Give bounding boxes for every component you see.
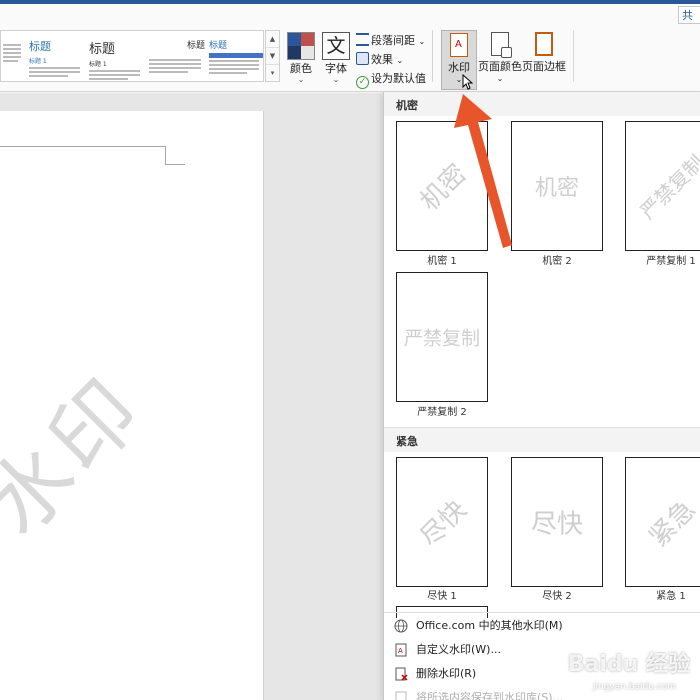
brand-watermark: Baidu 经验 (567, 652, 690, 677)
section-header-confidential: 机密 (384, 92, 700, 116)
colors-label: 颜色 (290, 62, 312, 75)
effects-button[interactable]: 效果 ⌄ (356, 51, 403, 67)
section-header-urgent: 紧急 (384, 428, 700, 452)
page-color-icon (491, 32, 512, 58)
fonts-label: 字体 (325, 62, 347, 75)
page-borders-label: 页面边框 (522, 60, 566, 73)
ribbon-divider (573, 30, 574, 82)
word-window: 共 标题 标题 1 标题 标题 1 标题 标题 ▲ ▼ ▾ 颜色 ⌄ 文 字体 … (0, 0, 700, 700)
watermark-gallery-panel: 机密 机密 机密 严禁复制 机密 1 机密 2 严禁复制 1 严禁复制 严禁复制… (383, 92, 700, 700)
ribbon-divider (432, 30, 433, 82)
page-borders-icon (535, 32, 553, 56)
menu-item-label: 删除水印(R) (416, 667, 477, 680)
set-as-default-button[interactable]: ✓ 设为默认值 (356, 70, 426, 89)
svg-text:A: A (398, 647, 403, 655)
menu-divider (384, 612, 700, 613)
watermark-thumb-label: 紧急 1 (656, 591, 686, 602)
style-set-item[interactable]: 标题 (149, 34, 205, 80)
watermark-label: 水印 (448, 61, 470, 74)
paragraph-spacing-icon (356, 33, 369, 46)
paragraph-spacing-label: 段落间距 (371, 34, 415, 47)
watermark-thumb[interactable]: 紧急 (625, 457, 700, 587)
ribbon: 共 标题 标题 1 标题 标题 1 标题 标题 ▲ ▼ ▾ 颜色 ⌄ 文 字体 … (0, 0, 700, 92)
style-subtitle: 标题 1 (89, 61, 107, 68)
style-subtitle: 标题 1 (29, 58, 47, 65)
style-title: 标题 (186, 41, 205, 51)
page-color-button[interactable]: 页面颜色 ⌄ (478, 30, 522, 90)
title-bar-strip (0, 0, 700, 4)
watermark-preview-text: 尽快 (414, 494, 473, 553)
effects-icon (356, 52, 369, 65)
gallery-scrollbar[interactable]: ▲ ▼ ▾ (265, 30, 280, 82)
watermark-thumb-label: 尽快 2 (542, 591, 572, 602)
watermark-thumb[interactable]: 机密 (396, 121, 488, 251)
watermark-thumb[interactable]: 尽快 (396, 457, 488, 587)
brand-url: jingyan.baidu.com (592, 682, 676, 692)
watermark-thumb[interactable]: 严禁复制 (625, 121, 700, 251)
gallery-more-icon[interactable]: ▾ (266, 65, 279, 82)
document-watermark: 水印 (0, 357, 163, 555)
page-color-label: 页面颜色 (478, 60, 522, 73)
watermark-preview-text: 机密 (414, 158, 473, 217)
style-title: 标题 (29, 40, 51, 53)
paragraph-spacing-button[interactable]: 段落间距 ⌄ (356, 32, 425, 48)
style-set-item[interactable]: 标题 标题 1 (89, 34, 144, 80)
colors-button[interactable]: 颜色 ⌄ (286, 32, 316, 84)
page-borders-button[interactable]: 页面边框 (522, 30, 566, 90)
watermark-thumb[interactable]: 严禁复制 (396, 272, 488, 402)
style-set-item[interactable]: 标题 标题 1 (29, 34, 84, 80)
watermark-thumb-label: 尽快 1 (427, 591, 457, 602)
fonts-button[interactable]: 文 字体 ⌄ (320, 32, 352, 84)
document-page[interactable]: 水印 (0, 111, 264, 700)
globe-icon (394, 619, 408, 633)
style-set-item[interactable] (3, 34, 25, 80)
margin-marker (165, 146, 166, 164)
menu-item-label: 将所选内容保存到水印库(S)... (416, 691, 564, 700)
save-gallery-icon (395, 691, 407, 700)
effects-label: 效果 (371, 53, 393, 66)
remove-watermark-icon (395, 667, 408, 681)
mouse-cursor-icon (462, 74, 474, 90)
scroll-down-icon[interactable]: ▼ (266, 48, 279, 65)
more-watermarks-office-item[interactable]: Office.com 中的其他水印(M) (384, 615, 700, 637)
set-as-default-label: 设为默认值 (371, 72, 426, 85)
watermark-thumb[interactable]: 尽快 (511, 457, 603, 587)
margin-marker (0, 146, 165, 147)
chevron-down-icon: ⌄ (332, 75, 340, 84)
custom-watermark-icon: A (395, 643, 407, 657)
share-button[interactable]: 共 (678, 6, 700, 24)
style-title: 标题 (89, 42, 116, 57)
watermark-preview-text: 紧急 (643, 494, 700, 553)
margin-marker (165, 164, 185, 165)
watermark-preview-text: 尽快 (530, 509, 584, 540)
scroll-up-icon[interactable]: ▲ (266, 31, 279, 48)
watermark-thumb-label: 机密 1 (427, 256, 457, 267)
watermark-icon: A (450, 33, 468, 57)
menu-item-label: 自定义水印(W)... (416, 643, 501, 656)
fonts-icon: 文 (322, 32, 350, 60)
style-set-gallery[interactable]: 标题 标题 1 标题 标题 1 标题 标题 (0, 30, 264, 82)
watermark-thumb-label: 机密 2 (542, 256, 572, 267)
watermark-preview-text: 严禁复制 (635, 150, 700, 224)
watermark-thumb-label: 严禁复制 1 (646, 256, 696, 267)
watermark-thumb-label: 严禁复制 2 (417, 407, 467, 418)
watermark-preview-text: 严禁复制 (403, 327, 481, 350)
watermark-thumb[interactable]: 机密 (511, 121, 603, 251)
colors-icon (287, 32, 315, 60)
menu-item-label: Office.com 中的其他水印(M) (416, 619, 563, 632)
chevron-down-icon: ⌄ (297, 75, 305, 84)
style-title: 标题 (209, 41, 228, 51)
watermark-preview-text: 机密 (534, 176, 580, 201)
style-set-item[interactable]: 标题 (209, 34, 263, 80)
checkmark-circle-icon: ✓ (356, 76, 369, 89)
chevron-down-icon: ⌄ (496, 74, 504, 83)
